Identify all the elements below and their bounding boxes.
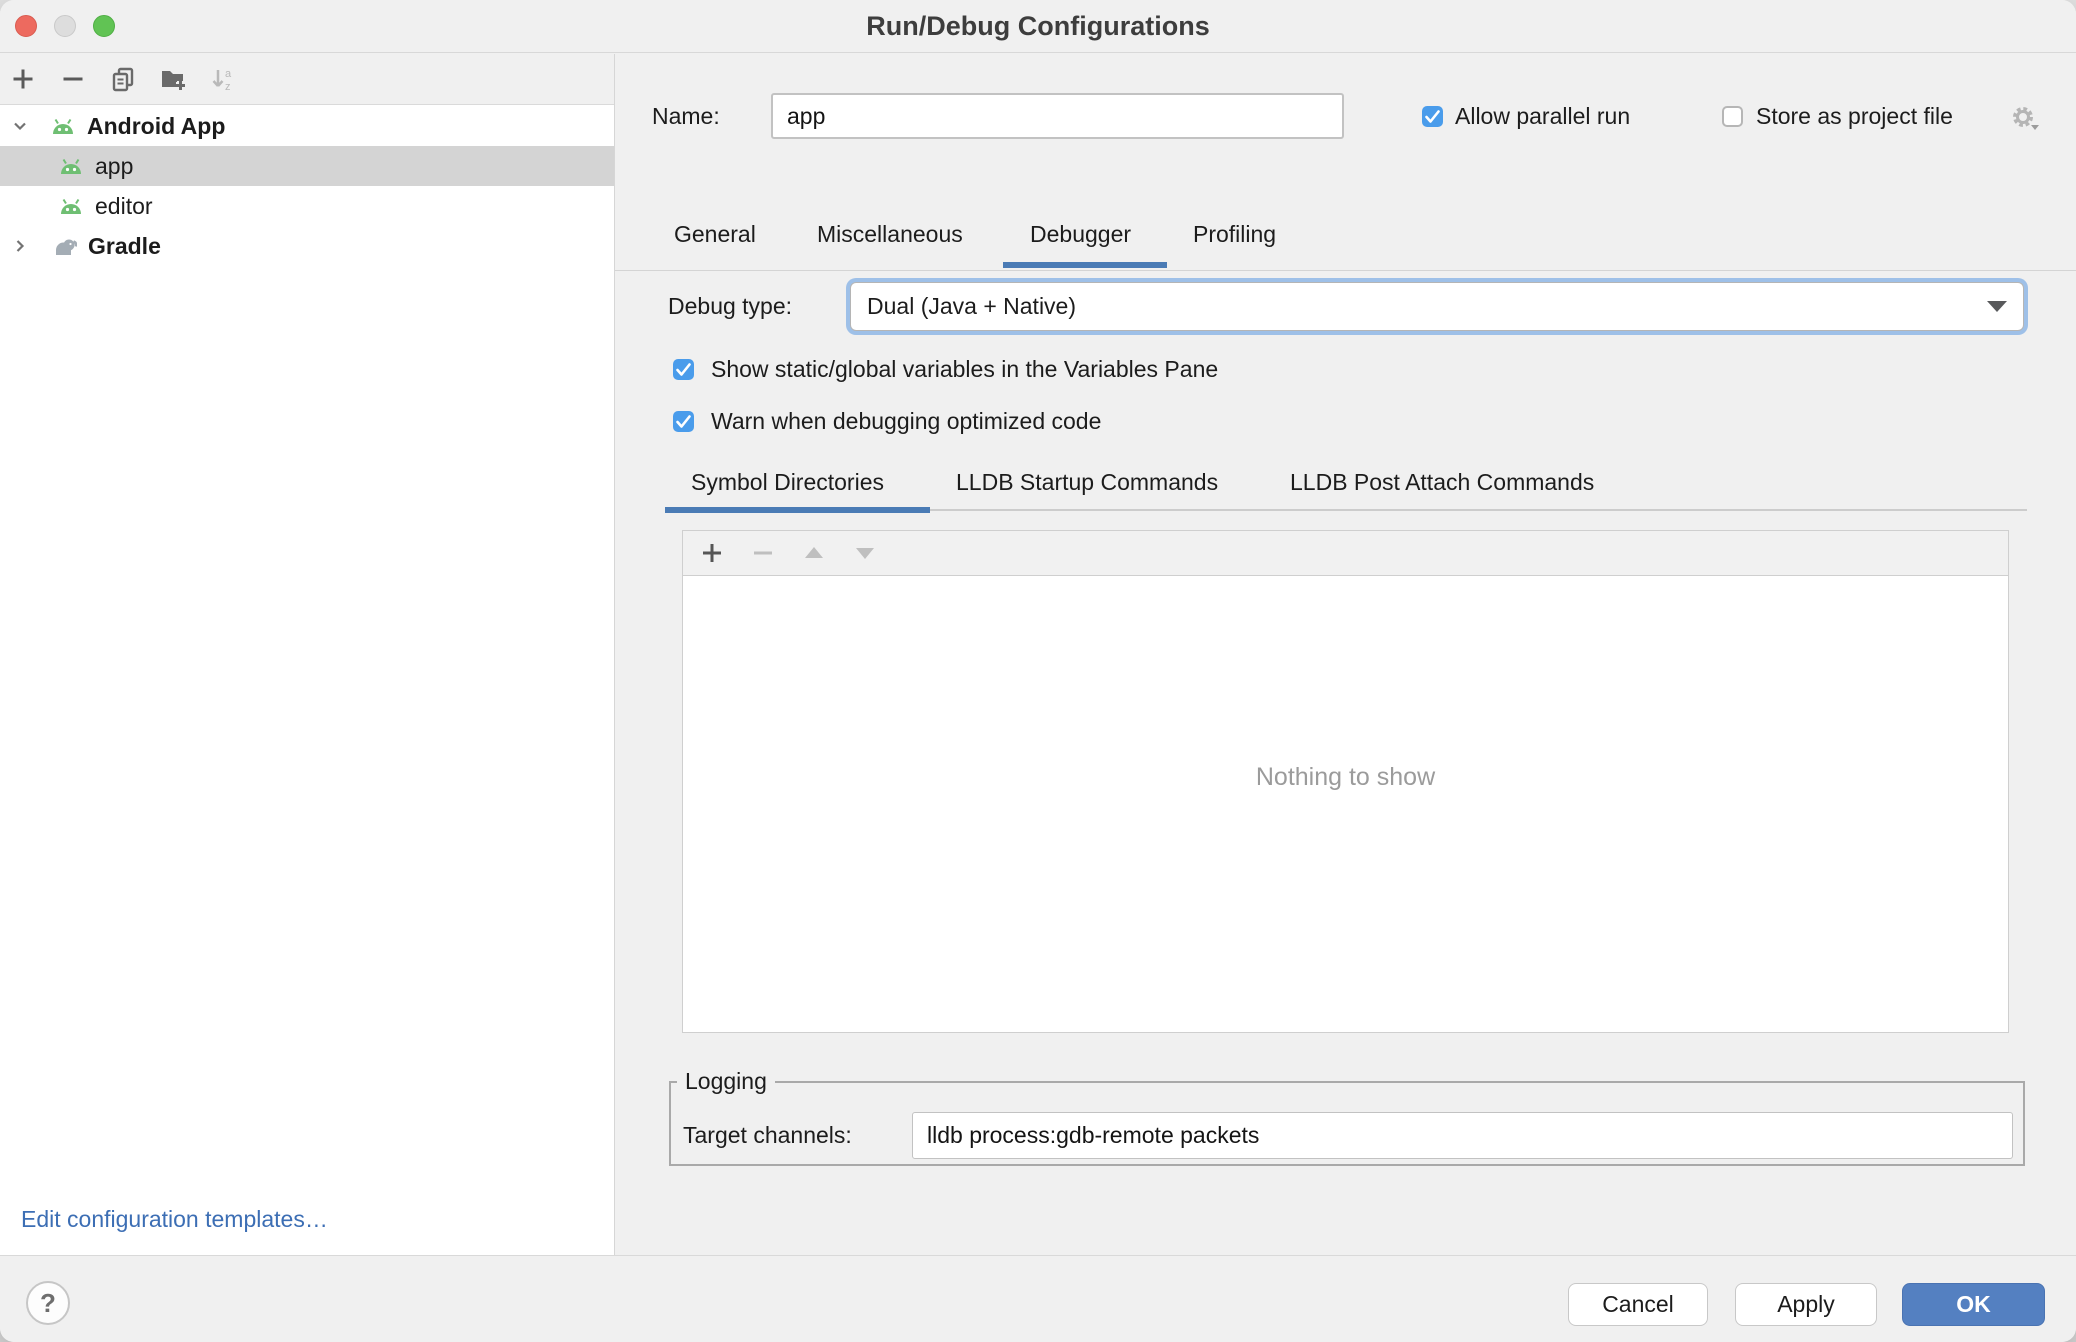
logging-group-label: Logging — [677, 1068, 775, 1095]
edit-configuration-templates-link[interactable]: Edit configuration templates… — [21, 1206, 328, 1233]
window-title: Run/Debug Configurations — [0, 0, 2076, 53]
add-icon — [700, 541, 724, 565]
move-up-icon — [801, 542, 827, 564]
debug-type-value: Dual (Java + Native) — [867, 293, 1076, 320]
symbol-directories-toolbar — [683, 531, 2008, 576]
title-bar: Run/Debug Configurations — [0, 0, 2076, 53]
tree-item-editor[interactable]: editor — [0, 186, 614, 226]
remove-directory-button[interactable] — [748, 538, 778, 568]
store-as-project-file-label: Store as project file — [1756, 93, 1953, 139]
selected-tab-indicator — [1003, 262, 1167, 268]
zoom-button[interactable] — [93, 15, 115, 37]
store-as-project-file-checkbox[interactable] — [1722, 106, 1743, 127]
tabstrip-divider — [615, 270, 2076, 271]
gear-icon — [2011, 105, 2041, 133]
apply-button[interactable]: Apply — [1735, 1283, 1877, 1326]
configuration-detail-panel: Name: Allow parallel run Store as projec… — [615, 54, 2076, 1255]
add-icon — [10, 66, 36, 92]
warn-optimized-code-checkbox[interactable] — [673, 411, 694, 432]
allow-parallel-run-label: Allow parallel run — [1455, 93, 1630, 139]
svg-text:z: z — [225, 81, 231, 93]
run-debug-configurations-dialog: Run/Debug Configurations — [0, 0, 2076, 1342]
configurations-toolbar: a z — [0, 54, 614, 105]
tab-profiling[interactable]: Profiling — [1193, 208, 1276, 260]
tab-general[interactable]: General — [674, 208, 756, 260]
copy-configuration-button[interactable] — [103, 59, 143, 99]
tab-miscellaneous[interactable]: Miscellaneous — [817, 208, 963, 260]
remove-configuration-button[interactable] — [53, 59, 93, 99]
new-folder-button[interactable] — [153, 59, 193, 99]
debug-type-select[interactable]: Dual (Java + Native) — [850, 282, 2024, 331]
chevron-down-icon — [1987, 301, 2007, 312]
subtab-lldb-startup-commands[interactable]: LLDB Startup Commands — [956, 458, 1218, 506]
close-button[interactable] — [15, 15, 37, 37]
tree-item-label: Gradle — [88, 233, 161, 260]
gradle-icon — [50, 236, 77, 256]
new-folder-icon — [159, 66, 188, 93]
check-icon — [673, 359, 694, 380]
check-icon — [1422, 106, 1443, 127]
target-channels-input[interactable] — [912, 1112, 2013, 1159]
copy-icon — [110, 66, 137, 93]
android-icon — [58, 157, 84, 176]
sort-configurations-button[interactable]: a z — [203, 59, 243, 99]
minimize-button — [54, 15, 76, 37]
store-settings-gear-button[interactable] — [2011, 105, 2041, 133]
chevron-right-icon[interactable] — [11, 237, 29, 255]
name-label: Name: — [652, 93, 720, 139]
allow-parallel-run-checkbox[interactable] — [1422, 106, 1443, 127]
android-icon — [58, 197, 84, 216]
tree-item-gradle[interactable]: Gradle — [0, 226, 614, 266]
warn-optimized-code-row: Warn when debugging optimized code — [673, 400, 1101, 442]
main-area: a z An — [0, 54, 2076, 1255]
ok-button[interactable]: OK — [1902, 1283, 2045, 1326]
move-up-button[interactable] — [799, 538, 829, 568]
show-static-globals-label: Show static/global variables in the Vari… — [711, 356, 1218, 383]
android-icon — [50, 117, 76, 136]
debug-type-label: Debug type: — [668, 282, 792, 331]
configurations-tree: Android App app — [0, 105, 614, 266]
warn-optimized-code-label: Warn when debugging optimized code — [711, 408, 1101, 435]
tree-item-label: editor — [95, 193, 153, 220]
remove-icon — [60, 66, 86, 92]
tree-item-android-app[interactable]: Android App — [0, 106, 614, 146]
configurations-panel: a z An — [0, 54, 615, 1255]
dialog-footer: ? Cancel Apply OK — [0, 1255, 2076, 1342]
show-static-globals-row: Show static/global variables in the Vari… — [673, 348, 1218, 390]
tree-item-label: app — [95, 153, 133, 180]
name-input[interactable] — [771, 93, 1344, 139]
logging-group: Logging Target channels: — [669, 1081, 2025, 1166]
help-question-icon: ? — [40, 1288, 56, 1319]
add-configuration-button[interactable] — [3, 59, 43, 99]
target-channels-label: Target channels: — [683, 1112, 852, 1159]
add-directory-button[interactable] — [697, 538, 727, 568]
move-down-icon — [852, 542, 878, 564]
subtab-lldb-post-attach-commands[interactable]: LLDB Post Attach Commands — [1290, 458, 1594, 506]
subtab-symbol-directories[interactable]: Symbol Directories — [691, 458, 884, 506]
chevron-down-icon[interactable] — [11, 117, 29, 135]
cancel-button[interactable]: Cancel — [1568, 1283, 1708, 1326]
move-down-button[interactable] — [850, 538, 880, 568]
sort-alphabetically-icon: a z — [210, 66, 237, 93]
check-icon — [673, 411, 694, 432]
show-static-globals-checkbox[interactable] — [673, 359, 694, 380]
tree-item-label: Android App — [87, 113, 225, 140]
symbol-directories-table: Nothing to show — [682, 530, 2009, 1033]
remove-icon — [751, 541, 775, 565]
empty-table-text: Nothing to show — [683, 763, 2008, 792]
tab-debugger[interactable]: Debugger — [1030, 208, 1131, 260]
selected-subtab-indicator — [665, 507, 930, 513]
tree-item-app[interactable]: app — [0, 146, 614, 186]
svg-text:a: a — [225, 68, 232, 80]
help-button[interactable]: ? — [26, 1281, 70, 1325]
